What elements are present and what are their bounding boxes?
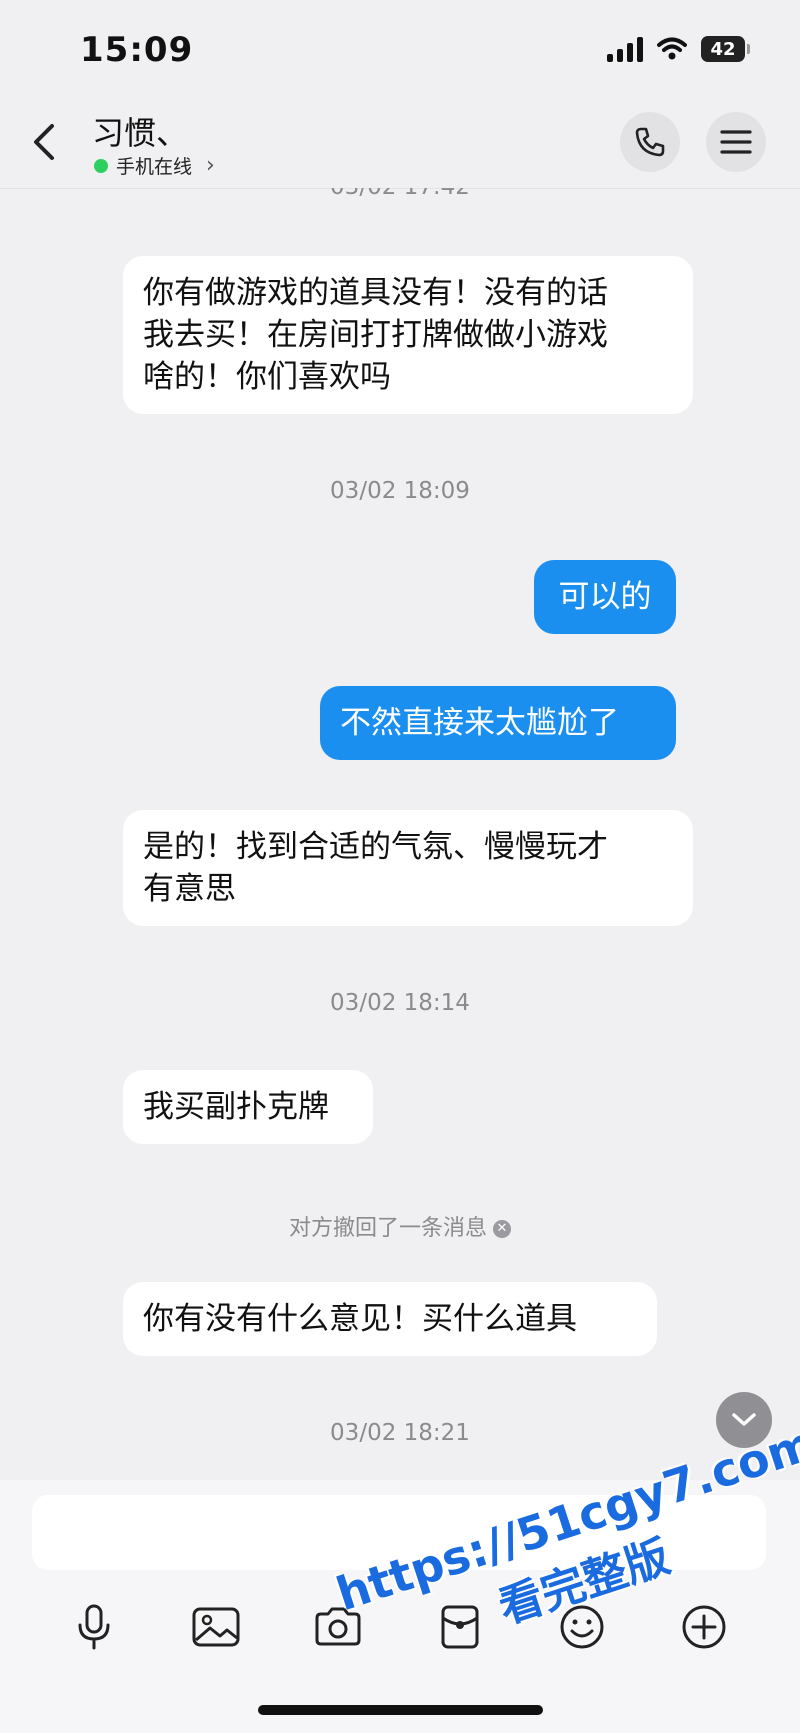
incoming-message[interactable]: 我买副扑克牌 <box>123 1070 373 1144</box>
phone-icon <box>635 127 665 157</box>
chevron-left-icon[interactable] <box>24 120 64 164</box>
chevron-right-icon: › <box>206 153 215 178</box>
close-icon[interactable]: ✕ <box>493 1220 511 1238</box>
status-icons: 42 <box>607 36 750 62</box>
call-button[interactable] <box>620 112 680 172</box>
timestamp: 03/02 18:14 <box>330 990 470 1016</box>
incoming-message[interactable]: 你有做游戏的道具没有！没有的话 我去买！在房间打打牌做做小游戏 啥的！你们喜欢吗 <box>123 256 693 414</box>
online-dot-icon <box>94 158 108 173</box>
contact-name[interactable]: 习惯、 <box>92 108 188 154</box>
image-button[interactable] <box>184 1595 248 1659</box>
chevron-down-icon <box>732 1413 756 1426</box>
status-bar: 15:09 42 <box>0 0 800 100</box>
outgoing-message[interactable]: 可以的 <box>534 560 676 634</box>
chat-header: 习惯、 手机在线 › <box>0 100 800 189</box>
menu-button[interactable] <box>706 112 766 172</box>
recall-text: 对方撤回了一条消息 <box>288 1216 487 1241</box>
message-line: 啥的！你们喜欢吗 <box>143 359 391 395</box>
status-time: 15:09 <box>80 30 194 70</box>
incoming-message[interactable]: 是的！找到合适的气氛、慢慢玩才 有意思 <box>123 810 693 926</box>
recall-notice: 对方撤回了一条消息 ✕ <box>0 1210 800 1242</box>
timestamp: 03/02 17:42 <box>0 188 800 200</box>
microphone-icon <box>78 1604 110 1650</box>
battery-level: 42 <box>710 38 736 60</box>
voice-button[interactable] <box>62 1595 126 1659</box>
image-icon <box>192 1607 240 1647</box>
online-status-row[interactable]: 手机在线 › <box>94 152 215 179</box>
message-line: 是的！找到合适的气氛、慢慢玩才 <box>143 829 608 865</box>
message-line: 你有做游戏的道具没有！没有的话 <box>143 275 608 311</box>
cellular-signal-icon <box>607 36 643 62</box>
incoming-message[interactable]: 你有没有什么意见！买什么道具 <box>123 1282 657 1356</box>
timestamp: 03/02 18:09 <box>330 478 470 504</box>
home-indicator[interactable] <box>258 1705 543 1715</box>
hamburger-menu-icon <box>720 130 752 154</box>
online-status: 手机在线 <box>116 156 193 178</box>
timestamp: 03/02 18:21 <box>330 1420 470 1446</box>
wifi-icon <box>657 37 687 60</box>
message-line: 我去买！在房间打打牌做做小游戏 <box>143 317 608 353</box>
message-line: 有意思 <box>143 871 236 907</box>
battery-icon: 42 <box>701 36 750 62</box>
outgoing-message[interactable]: 不然直接来太尴尬了 <box>320 686 676 760</box>
message-list[interactable]: 03/02 17:42 你有做游戏的道具没有！没有的话 我去买！在房间打打牌做做… <box>0 188 800 1480</box>
